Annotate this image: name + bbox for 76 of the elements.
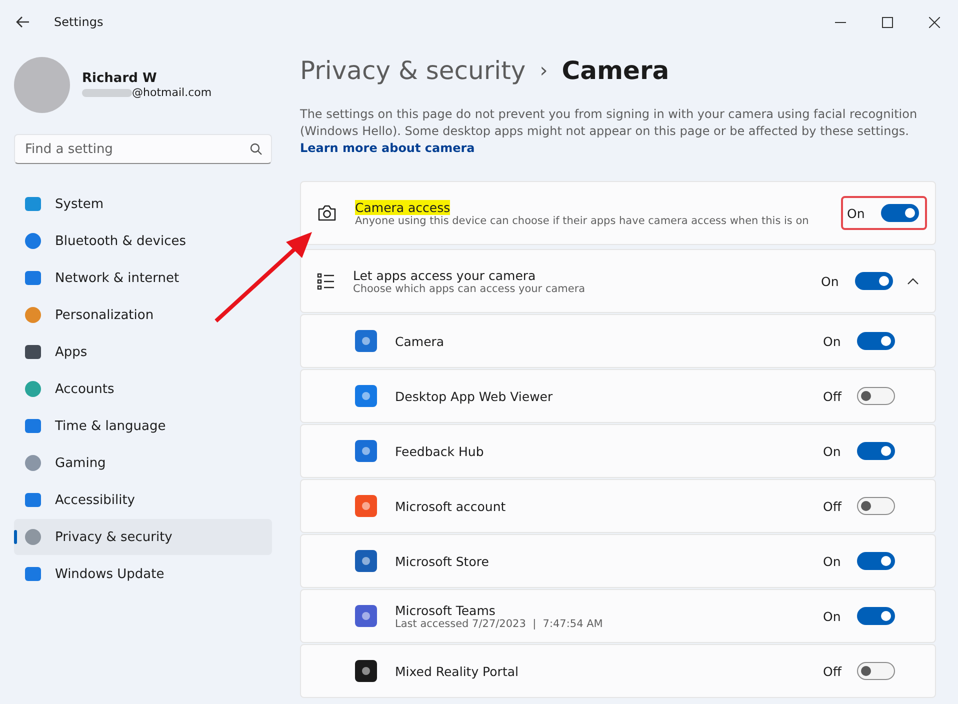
toggle-switch[interactable] xyxy=(857,442,895,460)
sidebar-item[interactable]: Time & language xyxy=(14,408,272,444)
app-name: Camera xyxy=(395,334,444,348)
sidebar-item[interactable]: Gaming xyxy=(14,445,272,481)
search-icon[interactable] xyxy=(250,143,262,155)
nav-icon xyxy=(24,417,42,435)
toggle-switch[interactable] xyxy=(857,497,895,515)
sidebar-item[interactable]: Windows Update xyxy=(14,556,272,592)
app-name: Desktop App Web Viewer xyxy=(395,388,553,404)
sidebar-item[interactable]: Bluetooth & devices xyxy=(14,223,272,259)
toggle-switch[interactable] xyxy=(857,552,895,570)
toggle-state: On xyxy=(823,334,842,348)
window-title: Settings xyxy=(54,15,104,29)
toggle-switch[interactable] xyxy=(857,607,895,625)
toggle-switch[interactable] xyxy=(881,204,919,222)
toggle-switch[interactable] xyxy=(857,387,895,405)
chevron-icon[interactable] xyxy=(907,277,919,285)
app-name: Feedback Hub xyxy=(395,444,484,458)
app-name: Mixed Reality Portal xyxy=(395,664,518,678)
breadcrumb-parent[interactable]: Privacy & security xyxy=(300,56,526,84)
maximize-icon[interactable] xyxy=(882,16,893,28)
nav-icon xyxy=(24,565,42,583)
sidebar-item[interactable]: Privacy & security xyxy=(14,519,272,555)
app-icon xyxy=(355,385,377,407)
learn-more-link[interactable]: Learn more about camera xyxy=(300,141,475,155)
sidebar-item[interactable]: Accounts xyxy=(14,371,272,407)
camera-icon xyxy=(317,204,337,222)
sidebar-item[interactable]: Personalization xyxy=(14,297,272,333)
toggle-state: On xyxy=(823,608,842,624)
sidebar-item[interactable]: System xyxy=(14,186,272,222)
toggle-state: Off xyxy=(823,498,843,514)
app-icon xyxy=(355,660,377,682)
toggle-state: On xyxy=(821,274,840,288)
nav-icon xyxy=(24,269,42,287)
app-icon xyxy=(355,605,377,627)
list-icon xyxy=(317,272,335,290)
toggle-state: Off xyxy=(823,664,843,678)
nav-icon xyxy=(24,528,42,546)
nav-icon xyxy=(24,491,42,509)
user-name: Richard W xyxy=(82,71,158,86)
nav-icon xyxy=(24,343,42,361)
sidebar-item[interactable]: Network & internet xyxy=(14,260,272,296)
sidebar-item[interactable]: Apps xyxy=(14,334,272,370)
search-field[interactable]: Find a setting xyxy=(14,134,272,164)
toggle-switch[interactable] xyxy=(857,332,895,350)
app-icon xyxy=(355,495,377,517)
nav-icon xyxy=(24,232,42,250)
app-name: Microsoft Store xyxy=(395,554,489,568)
setting-description: Choose which apps can access your camera xyxy=(353,282,586,294)
setting-description: Anyone using this device can choose if their apps have camera access when this is on xyxy=(355,214,809,226)
breadcrumb-separator: › xyxy=(540,58,548,82)
setting-title: Camera access xyxy=(355,200,450,214)
close-icon[interactable] xyxy=(929,16,940,28)
toggle-state: On xyxy=(823,444,842,458)
back-arrow-icon[interactable] xyxy=(16,16,30,28)
setting-title: Let apps access your camera xyxy=(353,268,536,282)
toggle-state: On xyxy=(823,554,842,568)
app-name: Microsoft account xyxy=(395,498,506,514)
page-title: Camera xyxy=(562,56,670,84)
toggle-state: On xyxy=(847,206,866,220)
description-text: The settings on this page do not prevent you from signing in with your camera using facial recognition (Windows Hello). Some desktop apps might not appear on this page or be affected by these settings. Learn more about camera xyxy=(300,106,918,157)
toggle-switch[interactable] xyxy=(857,662,895,680)
last-accessed-text: Last accessed 7/27/2023 | 7:47:54 AM xyxy=(395,618,603,630)
blurred-text xyxy=(82,88,132,96)
nav-icon xyxy=(24,195,42,213)
app-icon xyxy=(355,440,377,462)
sidebar-item[interactable]: Accessibility xyxy=(14,482,272,518)
app-icon xyxy=(355,330,377,352)
user-email: @hotmail.com xyxy=(132,86,212,99)
nav-icon xyxy=(24,454,42,472)
toggle-state: Off xyxy=(823,388,843,404)
app-icon xyxy=(355,550,377,572)
nav-icon xyxy=(24,380,42,398)
nav-icon xyxy=(24,306,42,324)
app-name: Microsoft Teams xyxy=(395,602,496,618)
toggle-switch[interactable] xyxy=(855,272,893,290)
